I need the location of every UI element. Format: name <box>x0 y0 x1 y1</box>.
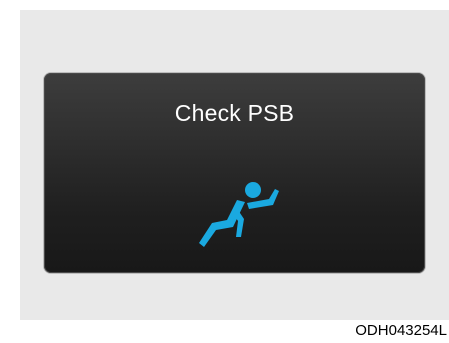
figure-code: ODH043254L <box>355 322 447 339</box>
cluster-display: Check PSB <box>44 73 425 273</box>
seatbelt-warning-icon <box>199 182 279 247</box>
warning-message: Check PSB <box>174 100 295 126</box>
